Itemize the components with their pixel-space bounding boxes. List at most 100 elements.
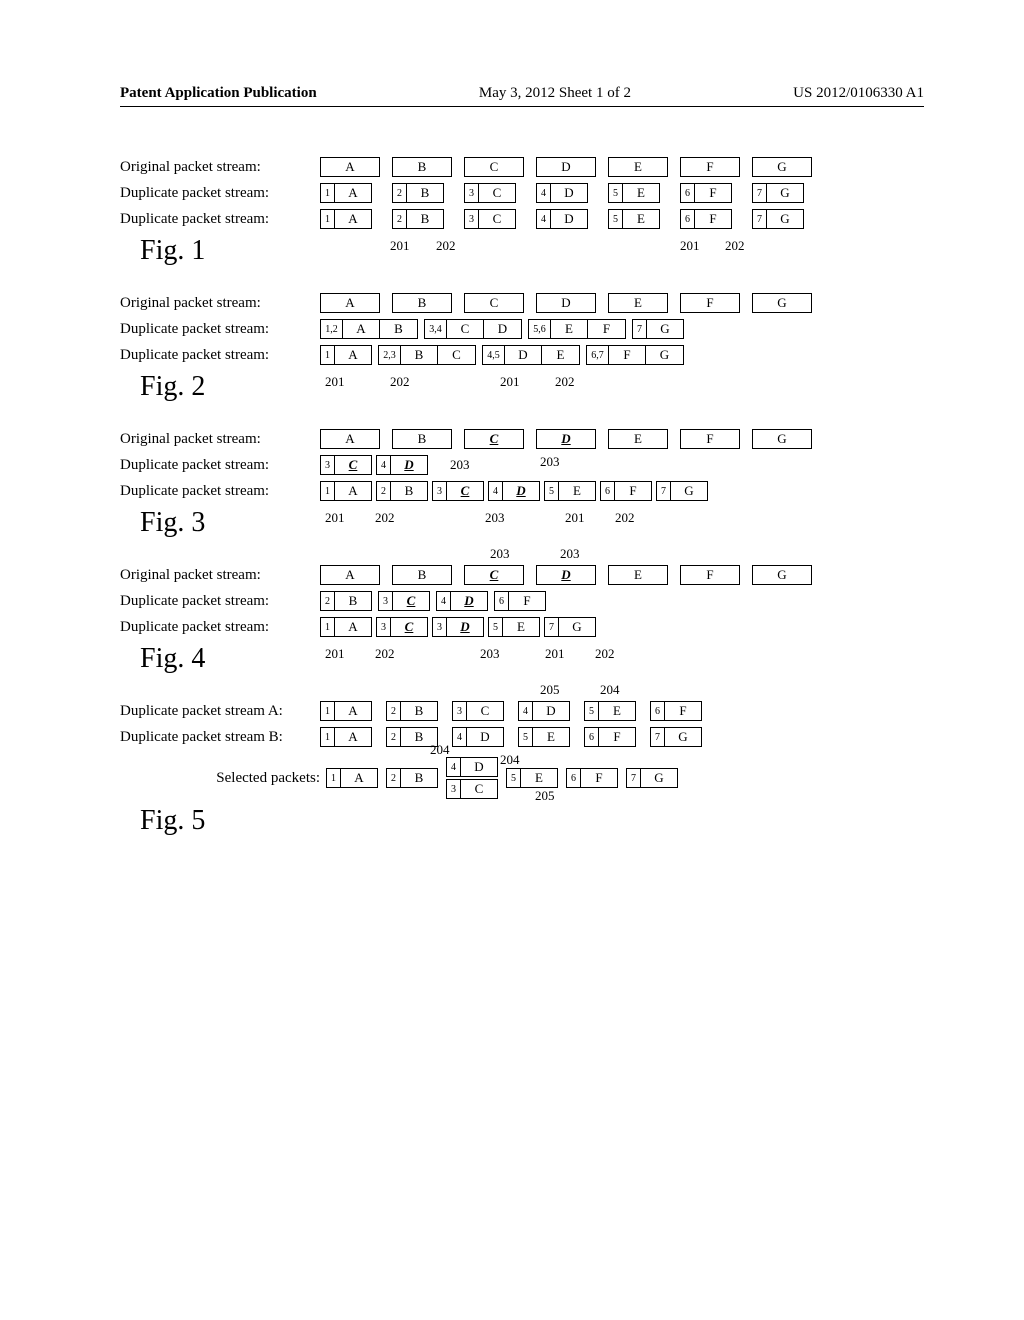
ref-201: 201: [325, 647, 345, 660]
fig-3: Original packet stream: A B C D E F G 20…: [120, 429, 924, 539]
packet: 3C: [464, 183, 516, 203]
packet: 4D: [488, 481, 540, 501]
packet-group: 1,2AB: [320, 319, 418, 339]
ref-202: 202: [390, 375, 410, 388]
packet: 5E: [488, 617, 540, 637]
fig1-dup1-stream: 1A 2B 3C 4D 5E 6F 7G: [320, 183, 804, 203]
fig5-sel-label: Selected packets:: [120, 770, 326, 787]
fig2-dup2-stream: 1A 2,3BC 4,5DE 6,7FG: [320, 345, 684, 365]
fig4-orig-stream: A B C D E F G: [320, 565, 812, 585]
fig3-dup2-label: Duplicate packet stream:: [120, 483, 320, 500]
ref-205: 205: [540, 683, 560, 696]
fig5-sel-stream: 1A 2B 4D 3C 5E 6F 7G: [326, 757, 678, 799]
packet: 6F: [566, 768, 618, 788]
packet: D: [536, 157, 596, 177]
figures-area: Original packet stream: A B C D E F G Du…: [120, 157, 924, 837]
packet: 1A: [320, 701, 372, 721]
ref-203: 203: [490, 547, 510, 560]
fig3-orig-stream: A B C D E F G: [320, 429, 812, 449]
ref-201: 201: [545, 647, 565, 660]
ref-201: 201: [500, 375, 520, 388]
packet: 4D: [536, 183, 588, 203]
packet: A: [320, 157, 380, 177]
fig3-orig-label: Original packet stream:: [120, 431, 320, 448]
packet: 7G: [656, 481, 708, 501]
ref-202: 202: [555, 375, 575, 388]
ref-202: 202: [436, 239, 456, 252]
packet: 2B: [386, 701, 438, 721]
packet: 2B: [392, 183, 444, 203]
header-right: US 2012/0106330 A1: [793, 85, 924, 102]
fig1-caption: Fig. 1: [140, 235, 924, 267]
page: Patent Application Publication May 3, 20…: [0, 0, 1024, 1320]
packet: 7G: [544, 617, 596, 637]
fig5-dupA-stream: 1A 2B 3C 4D 5E 6F: [320, 701, 702, 721]
packet: 1A: [326, 768, 378, 788]
packet: 7G: [650, 727, 702, 747]
stacked-packets: 4D 3C: [446, 757, 498, 799]
packet: 3C: [320, 455, 372, 475]
fig-5: Duplicate packet stream A: 1A 2B 3C 4D 5…: [120, 701, 924, 837]
packet: C: [464, 157, 524, 177]
packet: 6F: [600, 481, 652, 501]
fig2-dup1-stream: 1,2AB 3,4CD 5,6EF 7G: [320, 319, 684, 339]
ref-203: 203: [480, 647, 500, 660]
ref-202: 202: [725, 239, 745, 252]
packet: 6F: [680, 183, 732, 203]
fig1-dup2-stream: 1A 2B 3C 4D 5E 6F 7G: [320, 209, 804, 229]
ref-201: 201: [325, 375, 345, 388]
ref-203: 203: [450, 458, 470, 471]
packet: B: [392, 157, 452, 177]
fig4-caption: Fig. 4: [140, 643, 924, 675]
ref-203: 203: [560, 547, 580, 560]
packet: 7G: [626, 768, 678, 788]
packet: 6F: [494, 591, 546, 611]
packet: 6F: [680, 209, 732, 229]
ref-201: 201: [390, 239, 410, 252]
packet: 5E: [608, 209, 660, 229]
fig1-orig-label: Original packet stream:: [120, 159, 320, 176]
fig3-caption: Fig. 3: [140, 507, 924, 539]
packet: 3C: [376, 617, 428, 637]
packet: 1A: [320, 183, 372, 203]
packet-group: 1A: [320, 345, 372, 365]
packet-group: 5,6EF: [528, 319, 626, 339]
fig4-dup2-label: Duplicate packet stream:: [120, 619, 320, 636]
packet-group: 4,5DE: [482, 345, 580, 365]
ref-202: 202: [595, 647, 615, 660]
ref-202: 202: [375, 511, 395, 524]
packet: 4D: [452, 727, 504, 747]
fig3-dup1-stream: 3C 4D: [320, 455, 428, 475]
packet: 5E: [544, 481, 596, 501]
fig5-dupB-stream: 1A 2B 4D 5E 6F 7G: [320, 727, 702, 747]
packet: 5E: [506, 768, 558, 788]
fig5-caption: Fig. 5: [140, 805, 924, 837]
packet: 2B: [376, 481, 428, 501]
packet: G: [752, 157, 812, 177]
ref-205: 205: [535, 789, 555, 802]
packet-group: 3,4CD: [424, 319, 522, 339]
packet: 5E: [518, 727, 570, 747]
packet: 7G: [752, 183, 804, 203]
fig-2: Original packet stream: A B C D E F G Du…: [120, 293, 924, 403]
ref-202: 202: [615, 511, 635, 524]
fig2-dup1-label: Duplicate packet stream:: [120, 321, 320, 338]
fig2-dup2-label: Duplicate packet stream:: [120, 347, 320, 364]
packet: 2B: [386, 768, 438, 788]
packet-group: 2,3BC: [378, 345, 476, 365]
packet: 4D: [518, 701, 570, 721]
packet: 6F: [584, 727, 636, 747]
packet: 4D: [376, 455, 428, 475]
packet: 2B: [392, 209, 444, 229]
packet: 7G: [752, 209, 804, 229]
packet: E: [608, 157, 668, 177]
fig5-dupA-label: Duplicate packet stream A:: [120, 703, 320, 720]
ref-201: 201: [325, 511, 345, 524]
packet: 3C: [446, 779, 498, 799]
page-header: Patent Application Publication May 3, 20…: [120, 85, 924, 107]
packet: 3C: [464, 209, 516, 229]
packet: 1A: [320, 481, 372, 501]
fig3-dup1-label: Duplicate packet stream:: [120, 457, 320, 474]
packet-group: 7G: [632, 319, 684, 339]
ref-204: 204: [430, 743, 450, 756]
